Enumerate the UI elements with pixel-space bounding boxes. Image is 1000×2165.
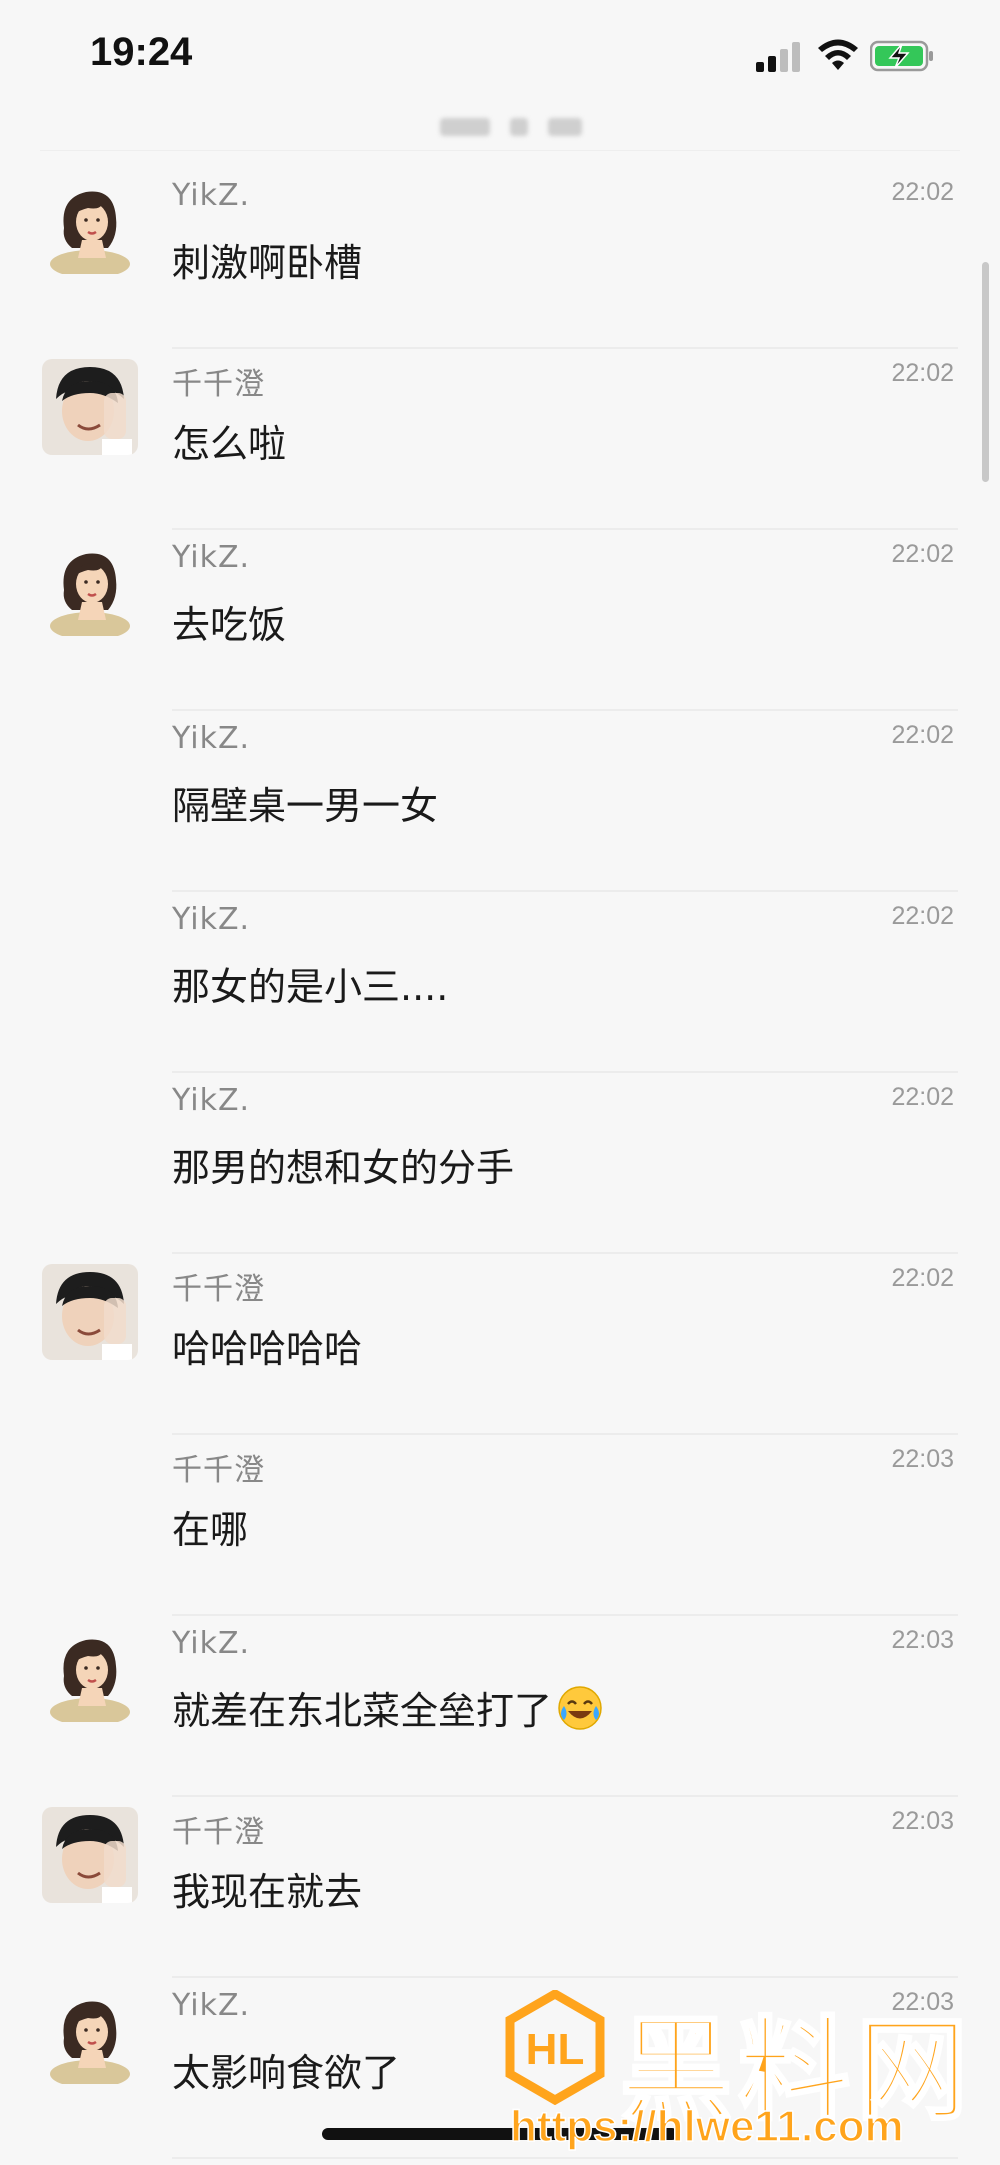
message-row[interactable]: 千千澄 22:02 哈哈哈哈哈 <box>0 1254 1000 1435</box>
message-sender: 千千澄 <box>172 1453 265 1488</box>
message-row[interactable]: YikZ. 22:02 那女的是小三.... <box>0 892 1000 1073</box>
message-sender: YikZ. <box>172 1083 251 1118</box>
status-time: 19:24 <box>90 30 193 74</box>
status-bar: 19:24 <box>0 0 1000 120</box>
message-row[interactable]: YikZ. 22:03 就差在东北菜全垒打了 <box>0 1616 1000 1797</box>
message-sender: YikZ. <box>172 178 251 213</box>
message-text-content: 太影响食欲了 <box>172 2051 401 2095</box>
message-text: 我现在就去 <box>172 1861 362 1916</box>
scrollbar[interactable] <box>982 262 989 482</box>
message-row[interactable]: YikZ. 22:02 那男的想和女的分手 <box>0 1073 1000 1254</box>
message-sender: YikZ. <box>172 1626 251 1661</box>
message-sender: YikZ. <box>172 1988 251 2023</box>
message-time: 22:02 <box>891 721 954 749</box>
message-text: 去吃饭 <box>172 594 286 649</box>
message-time: 22:02 <box>891 359 954 387</box>
message-row[interactable]: 千千澄 22:02 怎么啦 <box>0 349 1000 530</box>
watermark: HL 黑料网 https://hlwe11.com <box>500 1980 990 2165</box>
message-time: 22:03 <box>891 1807 954 1835</box>
message-text-content: 在哪 <box>172 1508 249 1552</box>
wifi-icon <box>818 39 858 70</box>
message-text-content: 隔壁桌一男一女 <box>172 784 439 828</box>
message-text: 就差在东北菜全垒打了 <box>172 1680 604 1735</box>
message-time: 22:02 <box>891 902 954 930</box>
blurred-title-block <box>548 118 582 136</box>
avatar[interactable] <box>42 540 138 636</box>
message-row[interactable]: 千千澄 22:03 在哪 <box>0 1435 1000 1616</box>
message-text-content: 我现在就去 <box>172 1870 363 1914</box>
message-time: 22:02 <box>891 178 954 206</box>
message-text-content: 那女的是小三.... <box>172 965 449 1009</box>
avatar[interactable] <box>42 1264 138 1360</box>
message-text-content: 那男的想和女的分手 <box>172 1146 515 1190</box>
message-time: 22:02 <box>891 1083 954 1111</box>
message-text: 在哪 <box>172 1499 248 1554</box>
blurred-title-block <box>510 118 528 136</box>
blurred-title-block <box>440 118 490 136</box>
avatar[interactable] <box>42 359 138 455</box>
message-sender: 千千澄 <box>172 367 265 402</box>
avatar[interactable] <box>42 1988 138 2084</box>
message-text-content: 就差在东北菜全垒打了 <box>172 1689 553 1733</box>
signal-icon <box>756 42 800 72</box>
message-text: 隔壁桌一男一女 <box>172 775 438 830</box>
message-sender: YikZ. <box>172 540 251 575</box>
message-text: 太影响食欲了 <box>172 2042 400 2097</box>
message-text: 怎么啦 <box>172 413 286 468</box>
message-row[interactable]: YikZ. 22:02 去吃饭 <box>0 530 1000 711</box>
watermark-url: https://hlwe11.com <box>509 2101 904 2152</box>
message-text-content: 去吃饭 <box>172 603 287 647</box>
avatar[interactable] <box>42 178 138 274</box>
message-time: 22:02 <box>891 1264 954 1292</box>
message-text-content: 怎么啦 <box>172 422 287 466</box>
blurred-chat-title <box>440 118 582 138</box>
svg-text:HL: HL <box>526 2025 585 2074</box>
header-divider <box>40 150 960 151</box>
watermark-logo-icon: HL <box>505 1990 605 2105</box>
message-sender: 千千澄 <box>172 1815 265 1850</box>
message-text: 那男的想和女的分手 <box>172 1137 514 1192</box>
message-time: 22:03 <box>891 1445 954 1473</box>
message-text-content: 哈哈哈哈哈 <box>172 1327 363 1371</box>
message-text: 那女的是小三.... <box>172 956 448 1011</box>
message-row[interactable]: YikZ. 22:02 隔壁桌一男一女 <box>0 711 1000 892</box>
battery-charging-icon <box>870 40 933 72</box>
laughing-crying-emoji-icon <box>558 1685 602 1730</box>
message-time: 22:02 <box>891 540 954 568</box>
message-text-content: 刺激啊卧槽 <box>172 241 363 285</box>
message-row[interactable]: YikZ. 22:02 刺激啊卧槽 <box>0 168 1000 349</box>
message-sender: YikZ. <box>172 721 251 756</box>
message-time: 22:03 <box>891 1626 954 1654</box>
message-row[interactable]: 千千澄 22:03 我现在就去 <box>0 1797 1000 1978</box>
avatar[interactable] <box>42 1626 138 1722</box>
message-sender: YikZ. <box>172 902 251 937</box>
message-text: 哈哈哈哈哈 <box>172 1318 362 1373</box>
avatar[interactable] <box>42 1807 138 1903</box>
message-sender: 千千澄 <box>172 1272 265 1307</box>
message-text: 刺激啊卧槽 <box>172 232 362 287</box>
